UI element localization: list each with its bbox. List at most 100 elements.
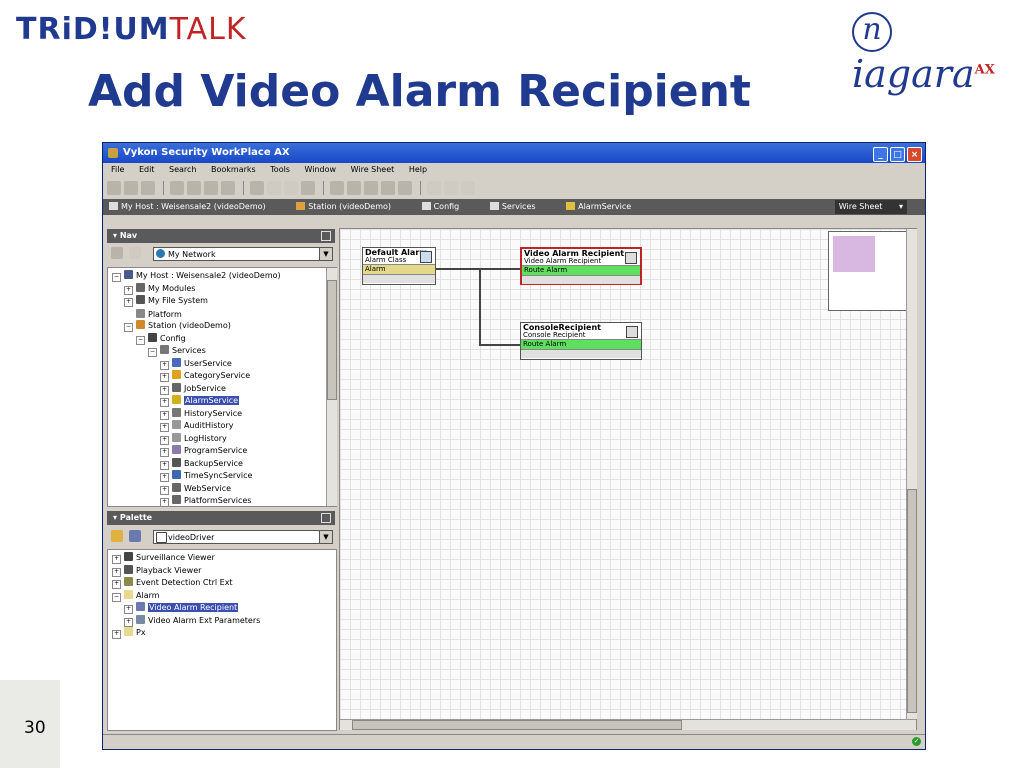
close-tab-icon[interactable] — [129, 247, 141, 259]
expand-toggle-icon[interactable]: + — [160, 448, 169, 457]
tree-item[interactable]: Platform — [124, 308, 182, 320]
open-palette-icon[interactable] — [111, 530, 123, 542]
expand-toggle-icon[interactable]: − — [124, 323, 133, 332]
save-icon[interactable] — [267, 181, 282, 195]
tree-item[interactable]: + ProgramService — [160, 445, 247, 457]
tree-item[interactable]: + LogHistory — [160, 432, 227, 445]
tree-item[interactable]: + PlatformServices — [160, 495, 251, 506]
expand-toggle-icon[interactable]: + — [160, 398, 169, 407]
tree-item[interactable]: + TimeSyncService — [160, 470, 252, 482]
node-console-recipient[interactable]: ConsoleRecipient Console Recipient Route… — [520, 322, 642, 360]
nav-tree-scrollbar[interactable] — [326, 268, 337, 506]
node-slot[interactable]: Route Alarm — [521, 339, 641, 349]
chevron-down-icon[interactable]: ▼ — [319, 531, 332, 543]
copy-icon[interactable] — [347, 181, 362, 195]
expand-toggle-icon[interactable]: + — [160, 360, 169, 370]
nav-tree-scrollbar-thumb[interactable] — [327, 280, 337, 400]
menu-wire-sheet[interactable]: Wire Sheet — [351, 165, 395, 174]
expand-toggle-icon[interactable]: + — [112, 555, 121, 564]
expand-toggle-icon[interactable]: + — [112, 580, 121, 589]
close-palette-icon[interactable] — [129, 530, 141, 542]
canvas-horizontal-scrollbar[interactable] — [340, 719, 916, 730]
menu-file[interactable]: File — [111, 165, 124, 174]
reload-icon[interactable] — [221, 181, 236, 195]
menu-search[interactable]: Search — [169, 165, 196, 174]
expand-toggle-icon[interactable]: + — [112, 630, 121, 639]
tree-item[interactable]: − Station (videoDemo) — [124, 320, 231, 332]
close-panel-icon[interactable] — [321, 513, 331, 523]
close-button[interactable]: × — [907, 147, 922, 162]
close-panel-icon[interactable] — [321, 231, 331, 241]
expand-toggle-icon[interactable]: + — [124, 617, 133, 627]
palette-module-select[interactable]: videoDriver ▼ — [153, 530, 333, 544]
up-level-icon[interactable] — [141, 181, 155, 195]
redo-icon[interactable] — [444, 181, 459, 195]
crumb-host[interactable]: My Host : Weisensale2 (videoDemo) — [109, 202, 280, 211]
tree-item[interactable]: + WebService — [160, 482, 231, 495]
tree-item[interactable]: + HistoryService — [160, 407, 242, 420]
home-icon[interactable] — [204, 181, 219, 195]
expand-toggle-icon[interactable]: − — [148, 348, 157, 357]
undo-icon[interactable] — [427, 181, 442, 195]
tree-item[interactable]: − My Host : Weisensale2 (videoDemo) — [112, 270, 281, 282]
tree-item[interactable]: + BackupService — [160, 457, 243, 470]
menu-edit[interactable]: Edit — [139, 165, 155, 174]
tree-item[interactable]: + Playback Viewer — [112, 564, 201, 577]
menu-bookmarks[interactable]: Bookmarks — [211, 165, 256, 174]
view-selector[interactable]: Wire Sheet ▾ — [834, 200, 907, 214]
expand-toggle-icon[interactable]: + — [160, 485, 169, 495]
expand-toggle-icon[interactable]: + — [124, 298, 133, 307]
expand-toggle-icon[interactable]: + — [160, 460, 169, 470]
tree-item[interactable]: + Px — [112, 627, 146, 639]
nav-panel-header[interactable]: ▾ Nav — [107, 229, 335, 243]
tree-item[interactable]: + Video Alarm Ext Parameters — [124, 614, 260, 627]
expand-toggle-icon[interactable]: + — [124, 605, 133, 614]
menu-help[interactable]: Help — [409, 165, 427, 174]
tree-item[interactable]: + Video Alarm Recipient — [124, 602, 239, 614]
crumb-station[interactable]: Station (videoDemo) — [296, 202, 405, 211]
canvas-vertical-scrollbar-thumb[interactable] — [907, 489, 917, 713]
tree-item[interactable]: − Alarm — [112, 589, 160, 602]
expand-toggle-icon[interactable]: + — [160, 410, 169, 420]
window-titlebar[interactable]: Vykon Security WorkPlace AX _ □ × — [103, 143, 925, 163]
tree-item[interactable]: + My File System — [124, 295, 208, 307]
canvas-horizontal-scrollbar-thumb[interactable] — [352, 720, 682, 730]
hammer-icon[interactable] — [461, 181, 476, 195]
canvas-vertical-scrollbar[interactable] — [906, 229, 917, 719]
tree-item[interactable]: + Event Detection Ctrl Ext — [112, 577, 233, 589]
tree-item[interactable]: + UserService — [160, 357, 232, 370]
expand-toggle-icon[interactable]: + — [124, 285, 133, 295]
palette-panel-header[interactable]: ▾ Palette — [107, 511, 335, 525]
expand-toggle-icon[interactable]: + — [160, 373, 169, 382]
refresh-icon[interactable] — [187, 181, 202, 195]
expand-toggle-icon[interactable]: + — [112, 567, 121, 577]
expand-toggle-icon[interactable]: + — [160, 435, 169, 445]
expand-toggle-icon[interactable]: + — [160, 385, 169, 395]
duplicate-icon[interactable] — [381, 181, 396, 195]
forward-arrow-icon[interactable] — [124, 181, 138, 195]
nav-network-select[interactable]: My Network ▼ — [153, 247, 333, 261]
back-arrow-icon[interactable] — [107, 181, 121, 195]
expand-toggle-icon[interactable]: − — [136, 335, 145, 345]
node-default-alarm[interactable]: Default Alarm Alarm Class Alarm — [362, 247, 436, 285]
expand-toggle-icon[interactable]: + — [160, 498, 169, 506]
crumb-alarm-service[interactable]: AlarmService — [566, 202, 645, 211]
delete-icon[interactable] — [398, 181, 413, 195]
expand-toggle-icon[interactable]: − — [112, 592, 121, 602]
wire-sheet-minimap[interactable] — [828, 231, 908, 311]
maximize-button[interactable]: □ — [890, 147, 905, 162]
node-slot[interactable]: Alarm — [363, 264, 435, 274]
node-slot[interactable]: Route Alarm — [522, 265, 640, 275]
tree-item[interactable]: − Services — [148, 345, 206, 357]
wire-sheet-canvas[interactable]: Default Alarm Alarm Class Alarm Video Al… — [339, 228, 917, 730]
tree-item[interactable]: + CategoryService — [160, 370, 250, 382]
minimap-viewport[interactable] — [833, 236, 875, 272]
save-all-icon[interactable] — [284, 181, 299, 195]
new-tab-icon[interactable] — [111, 247, 123, 259]
chevron-down-icon[interactable]: ▼ — [319, 248, 332, 260]
cut-icon[interactable] — [330, 181, 345, 195]
expand-toggle-icon[interactable]: + — [160, 423, 169, 432]
open-folder-icon[interactable] — [250, 181, 265, 195]
crumb-config[interactable]: Config — [421, 202, 474, 211]
tree-item[interactable]: + Surveillance Viewer — [112, 552, 215, 564]
